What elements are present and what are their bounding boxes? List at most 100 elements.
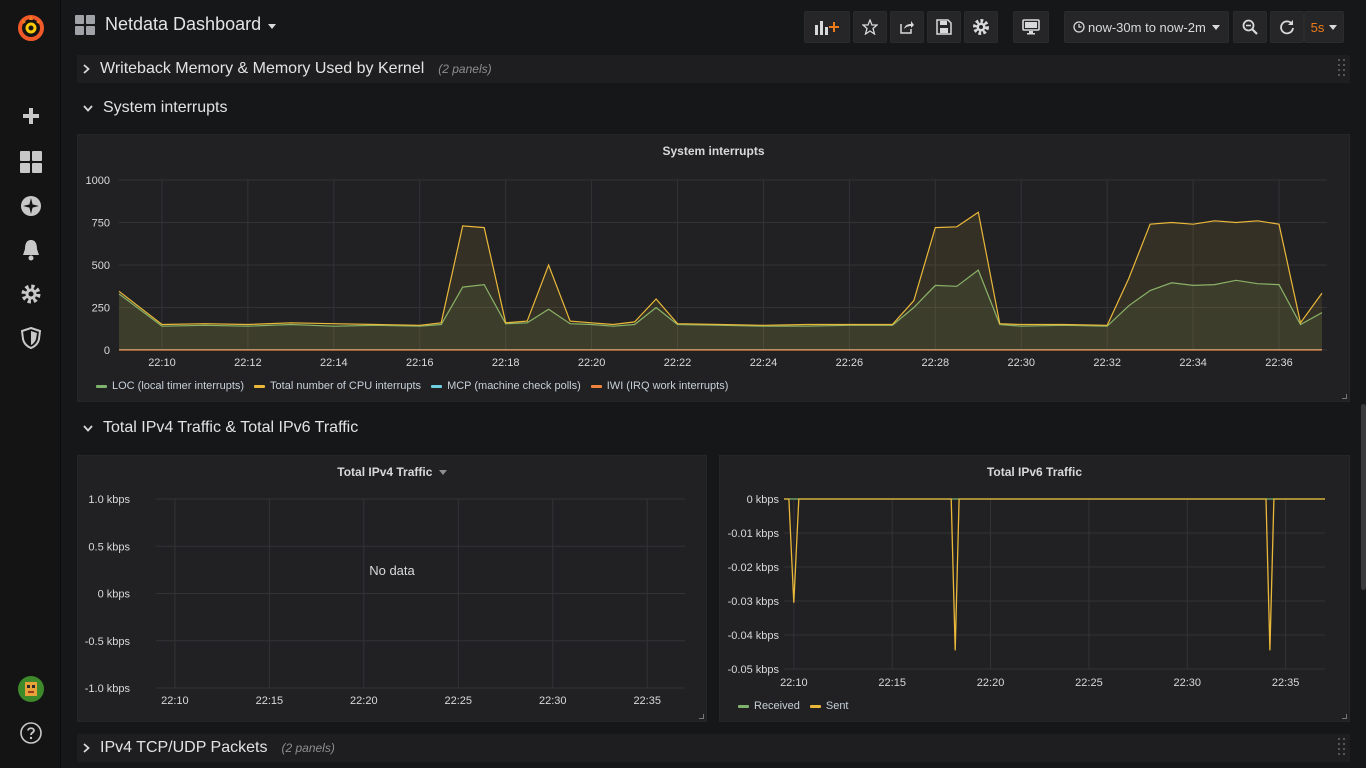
side-menu [0, 0, 61, 768]
time-range-label: now-30m to now-2m [1088, 19, 1206, 35]
save-dashboard-button[interactable] [927, 11, 961, 43]
legend-swatch [590, 384, 602, 388]
x-tick-label: 22:14 [320, 357, 348, 369]
row-title: System interrupts [103, 99, 228, 116]
refresh-button[interactable] [1270, 11, 1304, 43]
x-tick-label: 22:12 [234, 357, 262, 369]
chevron-down-icon [83, 424, 93, 432]
configuration-gear-icon[interactable] [0, 279, 61, 309]
monitor-icon [1022, 19, 1040, 35]
row-ipv4-packets[interactable]: IPv4 TCP/UDP Packets (2 panels) [83, 739, 335, 757]
grafana-logo-icon[interactable] [0, 12, 61, 42]
panel-resize-handle[interactable] [699, 714, 704, 719]
y-tick-label: -0.04 kbps [728, 630, 780, 642]
x-tick-label: 22:22 [664, 357, 692, 369]
row-ip-traffic[interactable]: Total IPv4 Traffic & Total IPv6 Traffic [83, 419, 358, 437]
chart-legend: Received Sent [738, 700, 859, 712]
legend-label: IWI (IRQ work interrupts) [606, 380, 729, 392]
x-tick-label: 22:30 [539, 695, 567, 707]
ipv4-traffic-chart[interactable]: 1.0 kbps 0.5 kbps 0 kbps -0.5 kbps -1.0 kbps… [78, 456, 706, 721]
x-tick-label: 22:36 [1265, 357, 1293, 369]
dashboard-picker[interactable]: Netdata Dashboard [75, 14, 277, 35]
x-tick-label: 22:10 [148, 357, 176, 369]
x-tick-label: 22:18 [492, 357, 520, 369]
row-drag-handle[interactable] [1338, 59, 1346, 79]
x-tick-label: 22:15 [878, 677, 906, 689]
chevron-right-icon [83, 743, 90, 753]
plus-icon[interactable] [0, 101, 61, 131]
zoom-out-button[interactable] [1233, 11, 1267, 43]
panel-resize-handle[interactable] [1342, 394, 1347, 399]
legend-item[interactable]: LOC (local timer interrupts) [96, 380, 244, 392]
no-data-message: No data [369, 563, 415, 578]
caret-down-icon [1211, 24, 1220, 30]
refresh-icon [1280, 20, 1294, 35]
dashboard-grid-icon [75, 14, 95, 35]
x-tick-label: 22:24 [750, 357, 778, 369]
legend-swatch [431, 384, 443, 388]
server-admin-shield-icon[interactable] [0, 323, 61, 353]
x-tick-label: 22:30 [1174, 677, 1202, 689]
x-tick-label: 22:15 [256, 695, 284, 707]
system-interrupts-chart[interactable]: 0 250 500 750 1000 22:10 22:12 22:14 22:16 22:18 2… [78, 135, 1349, 401]
chevron-down-icon [83, 104, 93, 112]
y-tick-label: 750 [92, 218, 110, 230]
caret-down-icon [268, 23, 277, 29]
refresh-interval-picker[interactable]: 5s [1304, 11, 1344, 43]
panel-resize-handle[interactable] [1342, 714, 1347, 719]
share-dashboard-button[interactable] [890, 11, 924, 43]
row-title: IPv4 TCP/UDP Packets [100, 739, 268, 756]
clock-icon [1073, 21, 1085, 33]
dashboard-title: Netdata Dashboard [105, 14, 262, 34]
page-scrollbar[interactable] [1361, 404, 1366, 590]
legend-item[interactable]: Received [738, 700, 800, 712]
tv-mode-button[interactable] [1013, 11, 1049, 43]
x-tick-label: 22:10 [780, 677, 808, 689]
y-tick-label: -0.05 kbps [728, 664, 780, 676]
refresh-interval-label: 5s [1310, 19, 1325, 35]
caret-down-icon [1329, 24, 1338, 30]
legend-label: Sent [825, 700, 849, 712]
y-tick-label: 500 [92, 260, 110, 272]
y-tick-label: 1.0 kbps [88, 494, 130, 506]
zoom-out-icon [1242, 19, 1258, 35]
panel-ipv4-traffic: Total IPv4 Traffic 1.0 kbps 0.5 kbps 0 kbp… [77, 455, 707, 722]
x-tick-label: 22:30 [1007, 357, 1035, 369]
star-dashboard-button[interactable] [853, 11, 887, 43]
add-panel-button[interactable] [804, 11, 850, 43]
x-tick-label: 22:25 [1075, 677, 1103, 689]
y-tick-label: 250 [92, 303, 110, 315]
ipv6-traffic-chart[interactable]: 0 kbps -0.01 kbps -0.02 kbps -0.03 kbps -0.0… [720, 456, 1349, 721]
y-tick-label: -0.03 kbps [728, 596, 780, 608]
row-system-interrupts[interactable]: System interrupts [83, 99, 227, 117]
dashboard-settings-button[interactable] [964, 11, 998, 43]
chevron-right-icon [83, 64, 90, 74]
legend-item[interactable]: IWI (IRQ work interrupts) [590, 380, 729, 392]
dashboards-icon[interactable] [0, 147, 61, 177]
y-tick-label: 0 kbps [98, 589, 131, 601]
y-tick-label: -0.02 kbps [728, 562, 780, 574]
help-icon[interactable] [0, 718, 61, 748]
row-panel-count: (2 panels) [438, 62, 492, 76]
legend-item[interactable]: MCP (machine check polls) [431, 380, 581, 392]
time-range-picker[interactable]: now-30m to now-2m [1064, 11, 1229, 43]
legend-label: MCP (machine check polls) [447, 380, 581, 392]
user-avatar-icon[interactable] [0, 674, 61, 704]
alerting-bell-icon[interactable] [0, 235, 61, 265]
legend-item[interactable]: Sent [809, 700, 849, 712]
gear-icon [973, 19, 989, 35]
row-writeback[interactable]: Writeback Memory & Memory Used by Kernel… [83, 60, 492, 78]
legend-item[interactable]: Total number of CPU interrupts [254, 380, 421, 392]
x-tick-label: 22:35 [633, 695, 661, 707]
row-panel-count: (2 panels) [281, 741, 335, 755]
legend-label: Received [754, 700, 800, 712]
row-drag-handle[interactable] [1338, 738, 1346, 758]
explore-compass-icon[interactable] [0, 191, 61, 221]
y-tick-label: 0.5 kbps [88, 541, 130, 553]
add-panel-icon [815, 21, 839, 35]
share-icon [900, 21, 914, 34]
x-tick-label: 22:20 [578, 357, 606, 369]
navbar: Netdata Dashboard now-30m to now-2m 5s [61, 0, 1366, 55]
chart-legend: LOC (local timer interrupts) Total number… [96, 380, 738, 392]
x-tick-label: 22:20 [977, 677, 1005, 689]
